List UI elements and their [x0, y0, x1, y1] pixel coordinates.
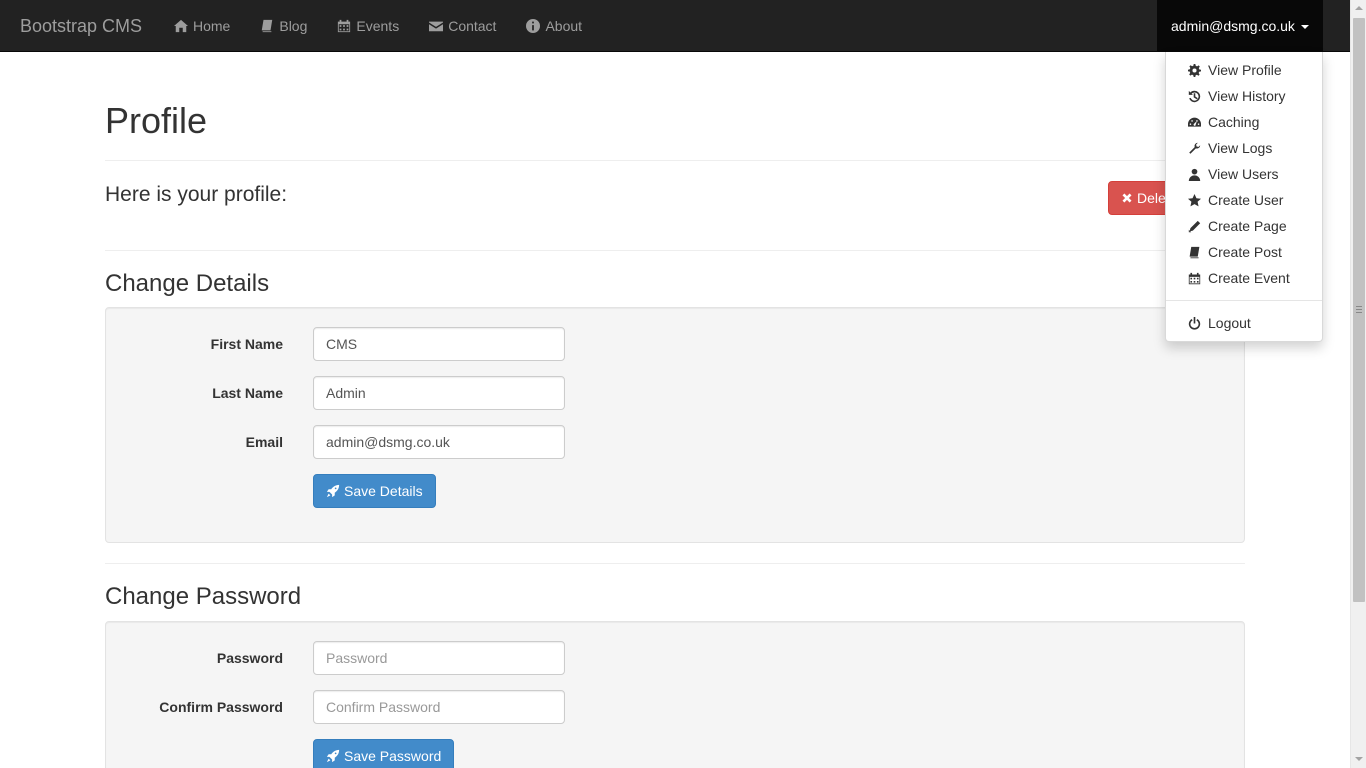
- nav-link-label: Contact: [448, 17, 497, 34]
- menu-item-caching[interactable]: Caching: [1166, 109, 1322, 135]
- first-name-input[interactable]: [313, 327, 565, 361]
- book-icon: [1189, 246, 1200, 258]
- menu-item-label: Create Post: [1208, 244, 1282, 260]
- menu-item-create-event[interactable]: Create Event: [1166, 265, 1322, 291]
- scrollbar-thumb[interactable]: [1353, 18, 1365, 602]
- password-label: Password: [216, 650, 283, 666]
- scroll-down-arrow[interactable]: [1351, 751, 1366, 768]
- nav-link-label: About: [545, 17, 583, 34]
- menu-item-create-post[interactable]: Create Post: [1166, 239, 1322, 265]
- dashboard-icon: [1188, 117, 1201, 127]
- cog-icon: [1188, 63, 1201, 77]
- divider: [105, 160, 1245, 161]
- save-password-button[interactable]: Save Password: [313, 739, 455, 768]
- email-input[interactable]: [313, 425, 565, 459]
- menu-item-create-page[interactable]: Create Page: [1166, 213, 1322, 239]
- change-details-heading: Change Details: [105, 270, 270, 297]
- rocket-icon: [326, 749, 340, 763]
- menu-item-label: View History: [1208, 88, 1286, 104]
- page-title: Profile: [105, 100, 208, 141]
- calendar-icon: [338, 19, 351, 32]
- nav-link-label: Home: [193, 17, 231, 34]
- menu-item-view-logs[interactable]: View Logs: [1166, 135, 1322, 161]
- divider: [105, 250, 1245, 251]
- nav-link-events[interactable]: Events: [329, 0, 407, 51]
- menu-item-view-users[interactable]: View Users: [1166, 161, 1322, 187]
- menu-item-label: Caching: [1208, 114, 1260, 130]
- menu-divider: [1166, 300, 1322, 301]
- last-name-label: Last Name: [212, 385, 283, 401]
- nav-link-blog[interactable]: Blog: [252, 0, 315, 51]
- menu-item-label: Create Page: [1208, 218, 1287, 234]
- pencil-icon: [1188, 220, 1201, 232]
- profile-lead-text: Here is your profile:: [105, 183, 288, 206]
- menu-item-label: Create User: [1208, 192, 1284, 208]
- user-dropdown-menu: View Profile View History Caching View L…: [1165, 52, 1323, 342]
- nav-link-home[interactable]: Home: [166, 0, 238, 51]
- book-icon: [262, 19, 273, 32]
- navbar: Bootstrap CMS Home Blog Events Contact A…: [0, 0, 1350, 52]
- scroll-up-arrow[interactable]: [1351, 0, 1366, 17]
- caret-down-icon: [1300, 24, 1309, 29]
- user-menu-toggle[interactable]: admin@dsmg.co.uk: [1157, 0, 1323, 51]
- save-details-label: Save Details: [344, 483, 423, 499]
- wrench-icon: [1189, 142, 1201, 154]
- info-icon: [526, 18, 541, 33]
- save-details-button[interactable]: Save Details: [313, 474, 436, 508]
- save-password-label: Save Password: [344, 748, 442, 764]
- nav-links: Home Blog Events Contact About: [166, 0, 604, 51]
- menu-item-label: View Logs: [1208, 140, 1273, 156]
- envelope-icon: [429, 21, 444, 31]
- nav-link-about[interactable]: About: [518, 0, 590, 51]
- menu-item-label: View Users: [1208, 166, 1279, 182]
- menu-item-label: Create Event: [1208, 270, 1290, 286]
- grip-icon: [1356, 306, 1362, 313]
- vertical-scrollbar[interactable]: [1350, 0, 1366, 768]
- menu-item-label: View Profile: [1208, 62, 1282, 78]
- user-icon: [1188, 168, 1201, 181]
- menu-item-view-history[interactable]: View History: [1166, 83, 1322, 109]
- star-icon: [1188, 193, 1201, 206]
- password-input[interactable]: [313, 641, 565, 675]
- rocket-icon: [326, 484, 340, 498]
- change-password-form: [105, 621, 1245, 768]
- menu-item-label: Logout: [1208, 315, 1251, 331]
- user-email: admin@dsmg.co.uk: [1171, 17, 1295, 34]
- menu-item-logout[interactable]: Logout: [1166, 310, 1322, 336]
- home-icon: [174, 19, 188, 32]
- history-icon: [1188, 90, 1201, 102]
- power-icon: [1188, 316, 1201, 330]
- last-name-input[interactable]: [313, 376, 565, 410]
- brand-link[interactable]: Bootstrap CMS: [20, 16, 142, 37]
- confirm-password-input[interactable]: [313, 690, 565, 724]
- close-icon: [1122, 193, 1132, 203]
- email-label: Email: [245, 434, 283, 450]
- divider: [105, 563, 1245, 564]
- calendar-icon: [1188, 272, 1201, 284]
- menu-item-create-user[interactable]: Create User: [1166, 187, 1322, 213]
- nav-link-label: Events: [356, 17, 400, 34]
- delete-button-label: Dele: [1137, 190, 1166, 206]
- first-name-label: First Name: [210, 336, 283, 352]
- menu-item-view-profile[interactable]: View Profile: [1166, 57, 1322, 83]
- nav-link-contact[interactable]: Contact: [421, 0, 504, 51]
- change-password-heading: Change Password: [105, 583, 302, 610]
- confirm-password-label: Confirm Password: [159, 699, 283, 715]
- nav-link-label: Blog: [279, 17, 308, 34]
